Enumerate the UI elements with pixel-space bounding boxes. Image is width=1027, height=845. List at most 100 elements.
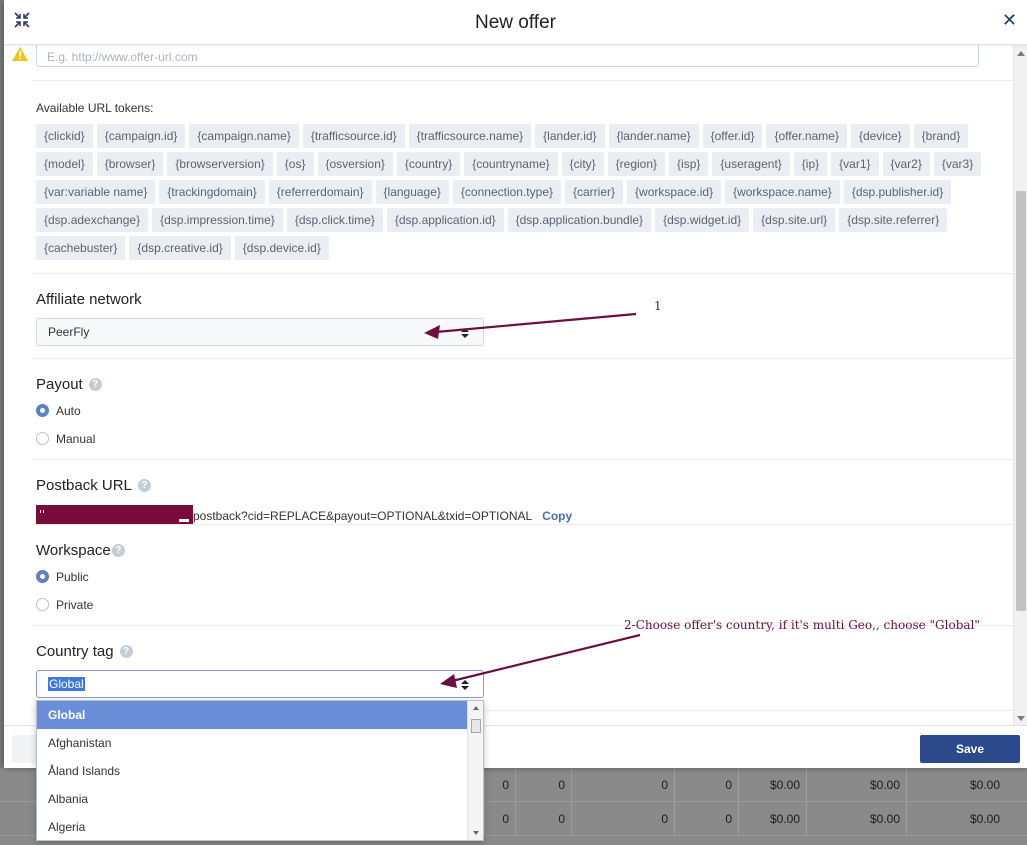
url-token[interactable]: {city} [561, 152, 604, 176]
url-token[interactable]: {var2} [882, 152, 930, 176]
help-icon[interactable]: ? [119, 645, 133, 658]
radio-label: Public [56, 570, 89, 584]
country-option[interactable]: Afghanistan [37, 729, 467, 757]
url-token[interactable]: {lander.name} [608, 124, 699, 148]
offer-url-input[interactable]: E.g. http://www.offer-url.com [36, 45, 979, 67]
warning-icon [12, 47, 28, 61]
workspace-public-radio[interactable]: Public [36, 570, 89, 584]
dropdown-scrollbar[interactable] [467, 701, 483, 840]
url-token[interactable]: {brand} [913, 124, 969, 148]
url-token[interactable]: {isp} [669, 152, 709, 176]
url-token[interactable]: {dsp.impression.time} [152, 208, 283, 232]
url-token[interactable]: {connection.type} [452, 180, 561, 204]
close-icon[interactable]: ✕ [1002, 10, 1017, 31]
scrollbar-thumb[interactable] [1016, 191, 1026, 611]
table-cell: $0.00 [738, 802, 806, 836]
postback-title: Postback URL? [36, 477, 151, 494]
divider [32, 524, 1013, 525]
url-token[interactable]: {dsp.adexchange} [36, 208, 149, 232]
country-tag-title: Country tag? [36, 643, 133, 660]
url-token[interactable]: {referrerdomain} [268, 180, 372, 204]
scroll-up-icon[interactable] [1017, 51, 1025, 56]
table-cell: 0 [571, 768, 674, 802]
url-token[interactable]: {language} [375, 180, 449, 204]
payout-manual-radio[interactable]: Manual [36, 432, 95, 446]
sort-caret-icon [461, 680, 469, 690]
scroll-down-icon[interactable] [473, 831, 479, 835]
country-tag-label: Country tag [36, 643, 114, 660]
url-token[interactable]: {ip} [793, 152, 828, 176]
url-token[interactable]: {region} [607, 152, 666, 176]
url-token[interactable]: {clickid} [36, 124, 93, 148]
table-cell: 0 [571, 802, 674, 836]
url-token[interactable]: {os} [276, 152, 314, 176]
url-token[interactable]: {dsp.device.id} [234, 236, 329, 260]
url-token[interactable]: {dsp.application.id} [386, 208, 504, 232]
url-token[interactable]: {country} [396, 152, 461, 176]
scrollbar-thumb[interactable] [471, 719, 481, 733]
scroll-down-icon[interactable] [1017, 716, 1025, 721]
url-token[interactable]: {workspace.name} [725, 180, 840, 204]
url-token[interactable]: {dsp.creative.id} [129, 236, 231, 260]
url-token[interactable]: {var3} [933, 152, 982, 176]
annotation-note-2: 2-Choose offer's country, if it's multi … [624, 618, 980, 632]
country-dropdown: Global Afghanistan Åland Islands Albania Alg… [36, 700, 484, 841]
url-token[interactable]: {var:variable name} [36, 180, 156, 204]
help-icon[interactable]: ? [137, 479, 151, 492]
url-token[interactable]: {offer.name} [766, 124, 847, 148]
help-icon[interactable]: ? [111, 544, 125, 557]
modal-scrollbar[interactable] [1013, 45, 1027, 725]
redacted-block [36, 505, 193, 525]
url-token[interactable]: {campaign.id} [96, 124, 186, 148]
url-token[interactable]: {dsp.application.bundle} [507, 208, 652, 232]
table-cell: $0.00 [806, 768, 906, 802]
url-token[interactable]: {var1} [831, 152, 879, 176]
url-token[interactable]: {osversion} [317, 152, 393, 176]
url-token[interactable]: {trafficsource.name} [408, 124, 532, 148]
save-button[interactable]: Save [920, 735, 1020, 763]
url-token[interactable]: {cachebuster} [36, 236, 126, 260]
url-token[interactable]: {workspace.id} [627, 180, 722, 204]
url-token[interactable]: {trafficsource.id} [302, 124, 405, 148]
url-token[interactable]: {carrier} [565, 180, 624, 204]
workspace-private-radio[interactable]: Private [36, 598, 93, 612]
url-token[interactable]: {model} [36, 152, 93, 176]
url-token[interactable]: {dsp.site.url} [753, 208, 836, 232]
url-token[interactable]: {browser} [96, 152, 164, 176]
country-tag-select[interactable]: Global [36, 670, 484, 698]
country-option[interactable]: Albania [37, 785, 467, 813]
url-token[interactable]: {useragent} [712, 152, 790, 176]
country-options-list: Global Afghanistan Åland Islands Albania Alg… [37, 701, 467, 841]
payout-auto-radio[interactable]: Auto [36, 404, 81, 418]
table-cell: $0.00 [906, 768, 1006, 802]
url-token[interactable]: {dsp.site.referrer} [839, 208, 948, 232]
table-cell: 0 [484, 802, 515, 836]
table-cell: $0.00 [738, 768, 806, 802]
url-token[interactable]: {dsp.click.time} [286, 208, 383, 232]
url-token[interactable]: {browserversion} [167, 152, 273, 176]
url-token[interactable]: {dsp.publisher.id} [843, 180, 952, 204]
url-token[interactable]: {campaign.name} [189, 124, 299, 148]
url-token[interactable]: {trackingdomain} [159, 180, 265, 204]
url-token[interactable]: {offer.id} [702, 124, 763, 148]
country-option[interactable]: Algeria [37, 813, 467, 841]
scroll-up-icon[interactable] [473, 706, 479, 710]
radio-checked-icon [36, 404, 49, 417]
country-option[interactable]: Global [37, 701, 467, 729]
payout-label: Payout [36, 376, 83, 393]
copy-button[interactable]: Copy [542, 509, 572, 523]
affiliate-network-select[interactable]: PeerFly [36, 318, 484, 346]
url-token[interactable]: {lander.id} [535, 124, 605, 148]
url-token[interactable]: {dsp.widget.id} [655, 208, 750, 232]
country-option[interactable]: Åland Islands [37, 757, 467, 785]
url-token[interactable]: {device} [850, 124, 910, 148]
radio-label: Auto [56, 404, 81, 418]
postback-label: Postback URL [36, 477, 132, 494]
new-offer-modal: New offer ✕ E.g. http://www.offer-url.co… [4, 0, 1027, 768]
radio-label: Manual [56, 432, 96, 446]
divider [32, 273, 1013, 274]
country-tag-value: Global [48, 677, 85, 691]
postback-url-text: postback?cid=REPLACE&payout=OPTIONAL&txi… [193, 509, 533, 523]
url-token[interactable]: {countryname} [464, 152, 558, 176]
help-icon[interactable]: ? [88, 378, 102, 391]
